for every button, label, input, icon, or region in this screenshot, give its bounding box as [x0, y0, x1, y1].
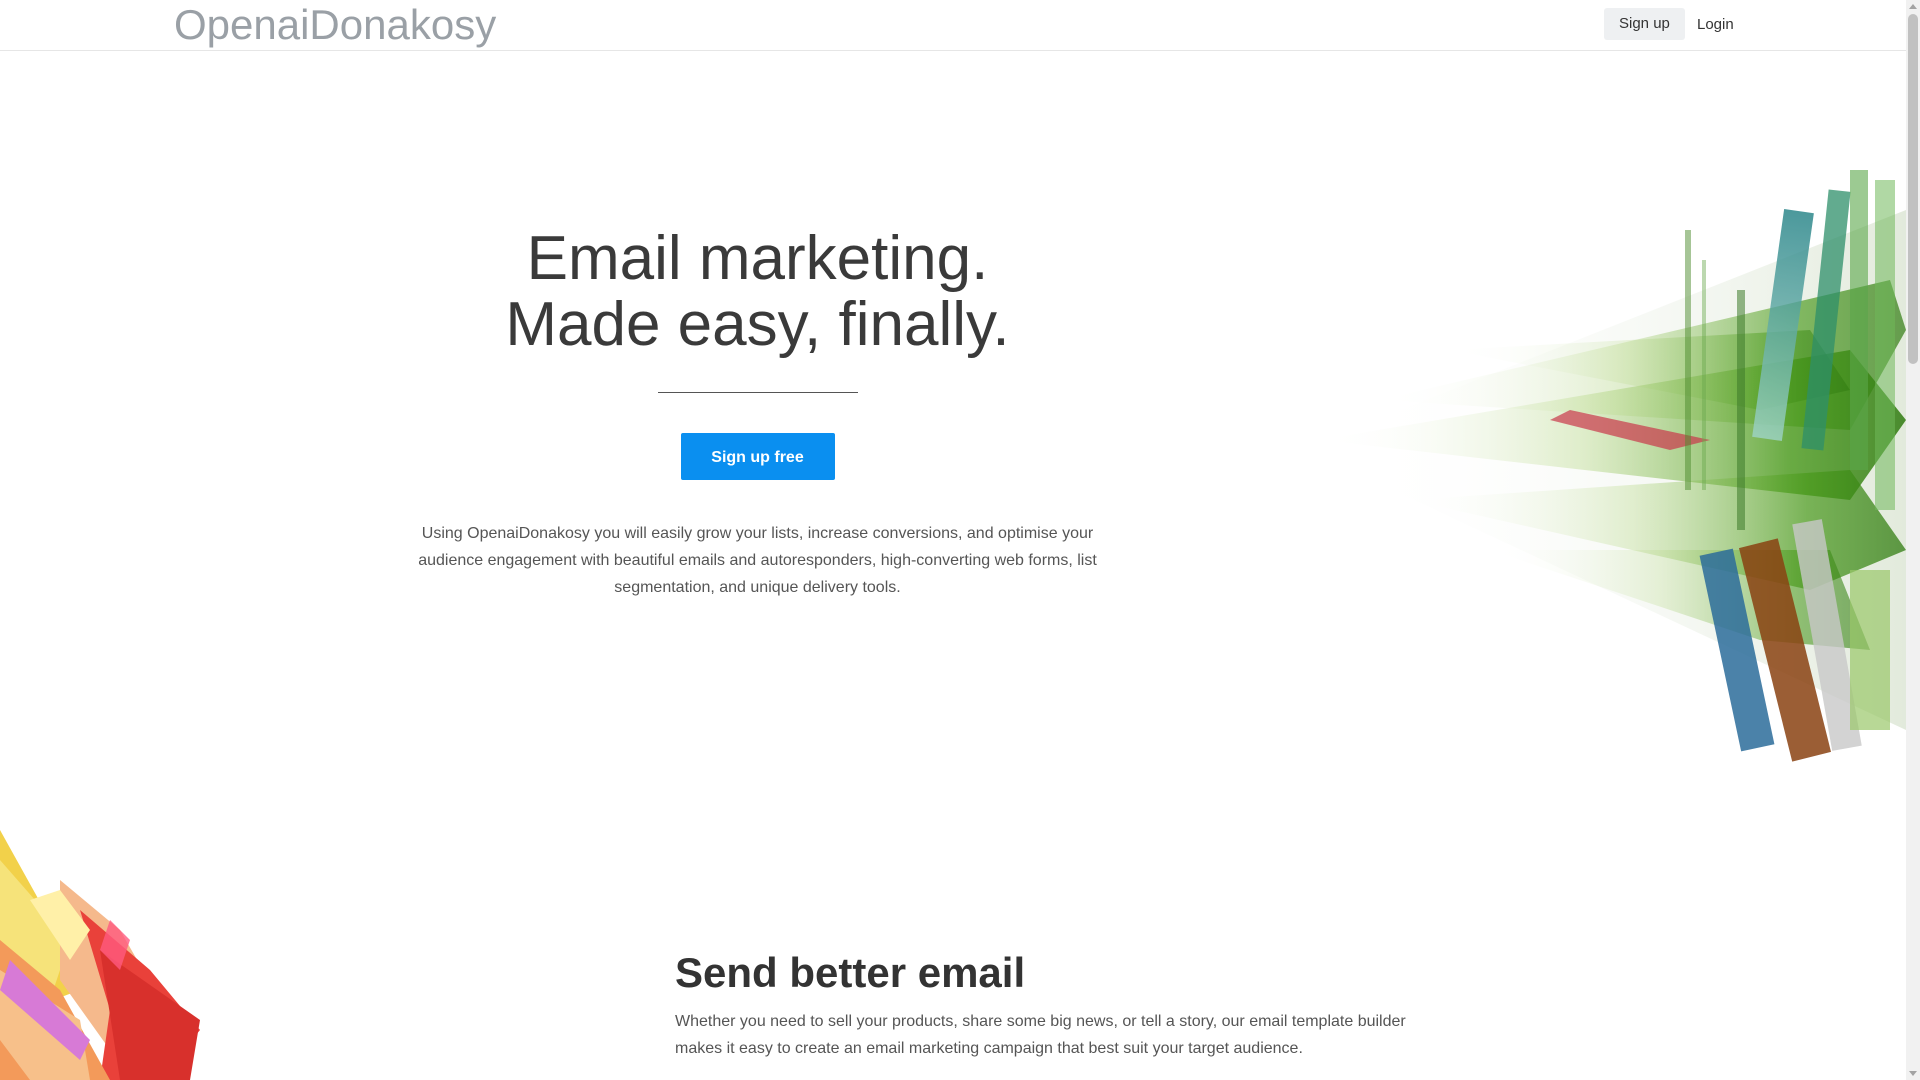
hero-section: Email marketing. Made easy, finally. Sig… — [390, 226, 1125, 601]
abstract-crystal-image — [0, 830, 200, 1080]
scroll-down-arrow-icon[interactable] — [1906, 1066, 1920, 1080]
top-navigation-bar: OpenaiDonakosy Sign up Login — [0, 0, 1906, 51]
hero-title: Email marketing. Made easy, finally. — [390, 226, 1125, 358]
hero-title-line1: Email marketing. — [526, 224, 989, 293]
section-description: Whether you need to sell your products, … — [675, 1013, 1406, 1057]
site-logo[interactable]: OpenaiDonakosy — [174, 2, 496, 48]
page-scrollbar[interactable] — [1906, 0, 1920, 1080]
hero-divider — [657, 392, 858, 393]
scroll-up-arrow-icon[interactable] — [1906, 0, 1920, 14]
send-better-email-section: Send better email Whether you need to se… — [675, 948, 1435, 1062]
signup-free-button[interactable]: Sign up free — [680, 433, 835, 480]
signup-button[interactable]: Sign up — [1604, 8, 1685, 40]
scrollbar-thumb[interactable] — [1908, 14, 1918, 364]
abstract-green-burst-image — [1320, 170, 1906, 762]
section-heading: Send better email — [675, 949, 1026, 996]
hero-title-line2: Made easy, finally. — [505, 290, 1010, 359]
login-link[interactable]: Login — [1697, 8, 1734, 40]
hero-description: Using OpenaiDonakosy you will easily gro… — [418, 525, 1097, 596]
